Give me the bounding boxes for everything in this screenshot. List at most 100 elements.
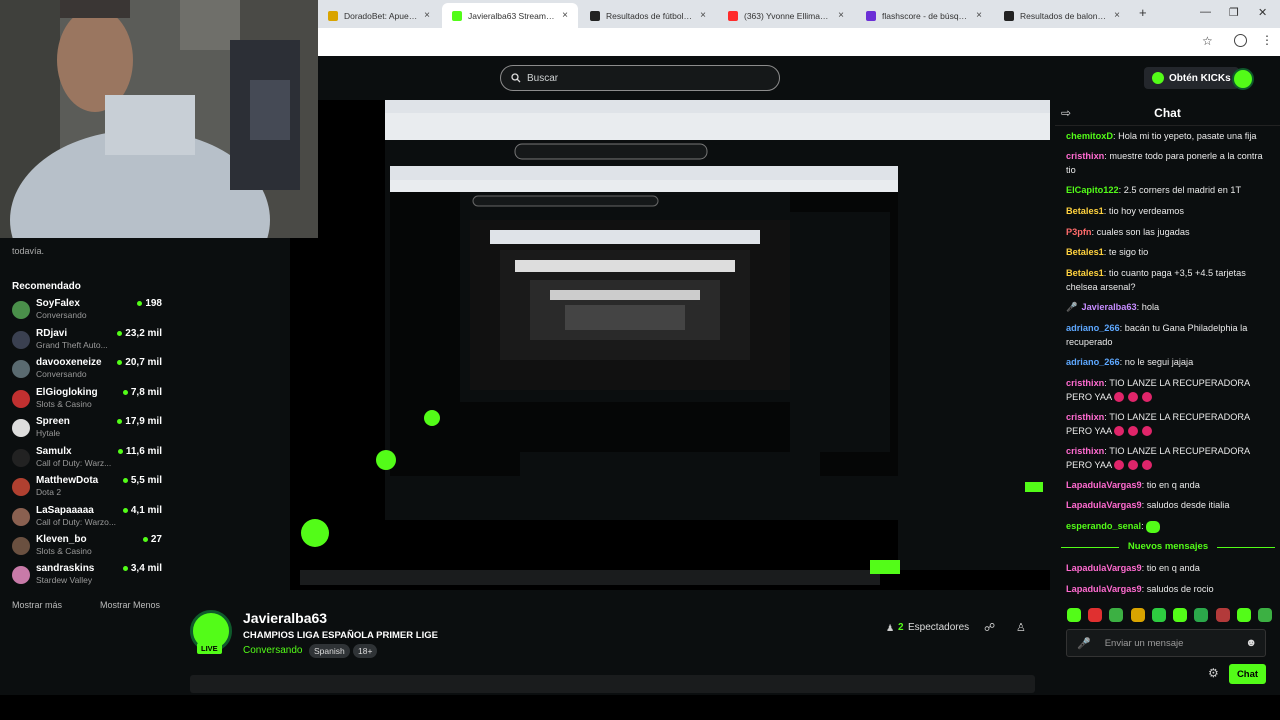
chat-message: LapadulaVargas9: saludos desde itialia	[1066, 500, 1230, 510]
sidebar-channel-item[interactable]: LaSapaaaaa Call of Duty: Warzo... 4,1 mil	[12, 505, 162, 533]
sidebar-channel-item[interactable]: Spreen Hytale 17,9 mil	[12, 416, 162, 444]
emote-icon[interactable]	[1109, 608, 1124, 622]
emote-icon[interactable]	[1067, 608, 1081, 622]
channel-name: Samulx	[36, 446, 72, 457]
tag-language[interactable]: Spanish	[309, 644, 350, 658]
chat-username[interactable]: Betales1	[1066, 206, 1104, 216]
new-messages-divider: Nuevos mensajes	[1061, 541, 1275, 553]
viewer-count: 27	[142, 534, 162, 545]
chat-username[interactable]: cristhixn	[1066, 446, 1104, 456]
microphone-icon[interactable]: 🎤	[1077, 637, 1091, 650]
share-icon[interactable]: ☍	[984, 621, 995, 634]
browser-tab[interactable]: Resultados de baloncesto ×	[994, 3, 1130, 28]
chat-username[interactable]: Javieralba63	[1081, 302, 1136, 312]
channel-name: SoyFalex	[36, 298, 80, 309]
chat-username[interactable]: adriano_266	[1066, 323, 1120, 333]
sidebar-channel-item[interactable]: RDjavi Grand Theft Auto... 23,2 mil	[12, 328, 162, 356]
chat-username[interactable]: cristhixn	[1066, 378, 1104, 388]
channel-avatar	[12, 566, 30, 584]
chat-username[interactable]: LapadulaVargas9	[1066, 480, 1142, 490]
emote-icon[interactable]	[1173, 608, 1188, 622]
chat-message: P3pfn: cuales son las jugadas	[1066, 227, 1190, 237]
broadcaster-badge-icon: 🎤	[1066, 302, 1078, 312]
profile-icon[interactable]	[1234, 34, 1247, 47]
user-avatar[interactable]	[1232, 68, 1254, 90]
browser-tab[interactable]: flashscore - de búsqueda ×	[856, 3, 992, 28]
emote-bar	[1067, 608, 1272, 622]
chat-text: te sigo tio	[1108, 247, 1149, 257]
tab-close-icon[interactable]: ×	[1114, 10, 1120, 21]
minimize-button[interactable]: —	[1200, 6, 1211, 18]
chat-username[interactable]: P3pfn	[1066, 227, 1092, 237]
tab-close-icon[interactable]: ×	[424, 10, 430, 21]
chat-panel: ⇨ Chat chemitoxD: Hola mi tio yepeto, pa…	[1055, 100, 1280, 695]
maximize-button[interactable]: ❐	[1229, 6, 1239, 19]
follow-user-icon[interactable]: ♙	[1016, 621, 1026, 634]
chat-username[interactable]: LapadulaVargas9	[1066, 500, 1142, 510]
sidebar-channel-item[interactable]: ElGiogloking Slots & Casino 7,8 mil	[12, 387, 162, 415]
tab-close-icon[interactable]: ×	[838, 10, 844, 21]
emote-icon	[1128, 460, 1139, 471]
new-tab-button[interactable]: +	[1139, 5, 1147, 20]
chat-message-input[interactable]: 🎤 Enviar un mensaje ☻	[1066, 629, 1266, 657]
chat-username[interactable]: esperando_senal	[1066, 521, 1141, 531]
sidebar-channel-item[interactable]: SoyFalex Conversando 198	[12, 298, 162, 326]
emote-icon[interactable]	[1151, 608, 1166, 622]
chat-username[interactable]: adriano_266	[1066, 357, 1120, 367]
live-dot-icon	[137, 301, 143, 306]
chat-send-button[interactable]: Chat	[1229, 664, 1266, 684]
sidebar-channel-item[interactable]: Kleven_bo Slots & Casino 27	[12, 534, 162, 562]
channel-avatar	[12, 390, 30, 408]
browser-tab[interactable]: Resultados de fútbol en v ×	[580, 3, 716, 28]
browser-tab[interactable]: DoradoBet: Apuestas y Ca ×	[318, 3, 440, 28]
tab-close-icon[interactable]: ×	[976, 10, 982, 21]
viewer-count: 3,4 mil	[122, 563, 162, 574]
tab-close-icon[interactable]: ×	[562, 10, 568, 21]
emote-icon	[1128, 392, 1139, 403]
sidebar-channel-item[interactable]: Samulx Call of Duty: Warz... 11,6 mil	[12, 446, 162, 474]
tab-favicon-icon	[728, 10, 738, 21]
bookmark-star-icon[interactable]: ☆	[1202, 34, 1213, 48]
chat-username[interactable]: Betales1	[1066, 268, 1104, 278]
browser-tab-active[interactable]: Javieralba63 Stream - Wa ×	[442, 3, 578, 28]
emote-icon[interactable]	[1088, 608, 1103, 622]
emote-icon[interactable]	[1215, 608, 1230, 622]
emote-icon[interactable]	[1257, 608, 1272, 622]
sidebar-channel-item[interactable]: MatthewDota Dota 2 5,5 mil	[12, 475, 162, 503]
chat-username[interactable]: Betales1	[1066, 247, 1104, 257]
get-kicks-button[interactable]: Obtén KICKs	[1144, 67, 1239, 89]
show-more-link[interactable]: Mostrar más	[12, 600, 62, 610]
chat-username[interactable]: ElCapito122	[1066, 185, 1119, 195]
chat-username[interactable]: cristhixn	[1066, 151, 1104, 161]
stream-category[interactable]: Conversando	[243, 645, 302, 656]
sidebar-note: todavía.	[12, 246, 45, 256]
chat-header: ⇨ Chat	[1055, 100, 1280, 126]
search-input[interactable]: Buscar	[500, 65, 780, 91]
chat-username[interactable]: LapadulaVargas9	[1066, 584, 1142, 594]
browser-tab[interactable]: (363) Yvonne Elliman - If ×	[718, 3, 854, 28]
live-dot-icon	[122, 566, 128, 571]
chat-message: adriano_266: bacán tu Gana Philadelphia …	[1066, 323, 1248, 347]
tab-close-icon[interactable]: ×	[700, 10, 706, 21]
browser-menu-icon[interactable]: ⋮	[1261, 33, 1273, 47]
emote-icon[interactable]	[1194, 608, 1209, 622]
chat-username[interactable]: chemitoxD	[1066, 131, 1113, 141]
emote-icon[interactable]	[1130, 608, 1145, 622]
chat-username[interactable]: LapadulaVargas9	[1066, 563, 1142, 573]
chat-settings-icon[interactable]: ⚙	[1208, 666, 1219, 680]
viewer-count: 7,8 mil	[122, 387, 162, 398]
chat-text: tio en q anda	[1146, 563, 1200, 573]
window-close-button[interactable]: ✕	[1258, 6, 1267, 19]
channel-name[interactable]: Javieralba63	[243, 610, 327, 626]
emote-icon[interactable]	[1236, 608, 1251, 622]
emoji-picker-icon[interactable]: ☻	[1245, 637, 1257, 649]
chat-username[interactable]: cristhixn	[1066, 412, 1104, 422]
channel-category: Call of Duty: Warzo...	[36, 517, 116, 527]
sidebar-channel-item[interactable]: davooxeneize Conversando 20,7 mil	[12, 357, 162, 385]
show-less-link[interactable]: Mostrar Menos	[100, 600, 160, 610]
emote-icon	[1142, 392, 1153, 403]
tag-age[interactable]: 18+	[353, 644, 378, 658]
sidebar-channel-item[interactable]: sandraskins Stardew Valley 3,4 mil	[12, 563, 162, 591]
emote-icon	[1146, 520, 1161, 533]
channel-category: Conversando	[36, 310, 87, 320]
